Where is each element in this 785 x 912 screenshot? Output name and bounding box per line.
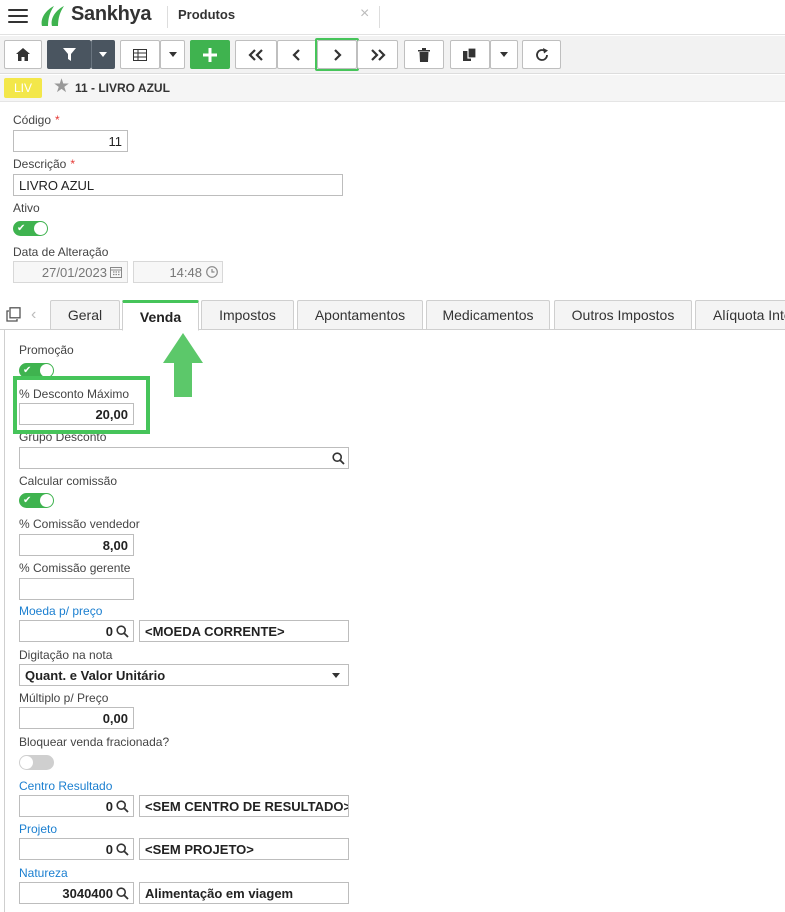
- tab-venda[interactable]: Venda: [122, 300, 199, 331]
- next-record-highlight: [315, 38, 359, 71]
- clock-icon[interactable]: [206, 265, 218, 283]
- search-icon[interactable]: [332, 452, 345, 470]
- calcular-comissao-toggle[interactable]: ✔: [19, 493, 54, 508]
- grupo-desconto-field[interactable]: [19, 447, 349, 469]
- centro-resultado-label[interactable]: Centro Resultado: [19, 779, 112, 793]
- divider: [379, 6, 380, 28]
- grid-view-dropdown-button[interactable]: [160, 40, 185, 69]
- chevron-down-icon: [168, 52, 177, 57]
- delete-button[interactable]: [404, 40, 444, 69]
- page-tab-title[interactable]: Produtos: [178, 7, 235, 22]
- check-icon: ✔: [17, 223, 26, 234]
- first-record-button[interactable]: [235, 40, 277, 69]
- multiplo-field[interactable]: 0,00: [19, 707, 134, 729]
- comissao-gerente-label: % Comissão gerente: [19, 561, 131, 575]
- favorite-star-icon[interactable]: ★: [53, 77, 70, 97]
- bloquear-toggle[interactable]: [19, 755, 54, 770]
- calcular-comissao-label: Calcular comissão: [19, 474, 118, 488]
- menu-icon[interactable]: [8, 9, 28, 25]
- centro-resultado-description-field: <SEM CENTRO DE RESULTADO>: [139, 795, 349, 817]
- tab-medicamentos[interactable]: Medicamentos: [426, 300, 550, 330]
- projeto-description-field: <SEM PROJETO>: [139, 838, 349, 860]
- descricao-field[interactable]: LIVRO AZUL: [13, 174, 343, 196]
- bloquear-label: Bloquear venda fracionada?: [19, 735, 170, 749]
- ativo-toggle[interactable]: ✔: [13, 221, 48, 236]
- detach-panel-icon[interactable]: [6, 307, 21, 327]
- desconto-maximo-label: % Desconto Máximo: [19, 387, 130, 401]
- chevron-down-icon: [99, 52, 107, 57]
- sankhya-logo-icon: [38, 4, 68, 28]
- comissao-gerente-field[interactable]: [19, 578, 134, 600]
- codigo-field[interactable]: 11: [13, 130, 128, 152]
- natureza-description-field: Alimentação em viagem: [139, 882, 349, 904]
- home-icon: [16, 48, 30, 61]
- moeda-description-field: <MOEDA CORRENTE>: [139, 620, 349, 642]
- last-record-button[interactable]: [357, 40, 398, 69]
- tab-impostos[interactable]: Impostos: [201, 300, 294, 330]
- multiplo-label: Múltiplo p/ Preço: [19, 691, 109, 705]
- home-button[interactable]: [4, 40, 42, 69]
- digitacao-label: Digitação na nota: [19, 648, 113, 662]
- tab-geral[interactable]: Geral: [50, 300, 120, 330]
- tabs-scroll-left-icon[interactable]: ‹: [31, 307, 36, 323]
- chevron-left-icon: [292, 48, 300, 61]
- comissao-vendedor-label: % Comissão vendedor: [19, 517, 140, 531]
- search-icon[interactable]: [116, 887, 129, 905]
- promocao-label: Promoção: [19, 343, 74, 357]
- double-chevron-right-icon: [370, 48, 386, 61]
- natureza-label[interactable]: Natureza: [19, 866, 68, 880]
- desconto-maximo-field[interactable]: 20,00: [19, 403, 134, 425]
- calendar-icon[interactable]: [110, 265, 122, 283]
- check-icon: ✔: [23, 495, 32, 506]
- previous-record-button[interactable]: [277, 40, 317, 69]
- data-alteracao-label: Data de Alteração: [13, 245, 109, 259]
- tab-apontamentos[interactable]: Apontamentos: [297, 300, 423, 330]
- add-button[interactable]: [190, 40, 230, 69]
- annotation-arrow-up-icon: [162, 333, 204, 399]
- descricao-label: Descrição *: [13, 157, 76, 171]
- grid-view-button[interactable]: [120, 40, 160, 69]
- close-tab-icon[interactable]: ×: [360, 6, 369, 22]
- record-title: 11 - LIVRO AZUL: [75, 81, 170, 95]
- grid-icon: [133, 48, 147, 61]
- plus-icon: [203, 47, 217, 62]
- chevron-down-icon: [332, 673, 340, 678]
- search-icon[interactable]: [116, 625, 129, 643]
- projeto-label[interactable]: Projeto: [19, 822, 57, 836]
- record-badge: LIV: [4, 78, 42, 98]
- tab-aliquota-interna[interactable]: Alíquota Inte: [695, 300, 785, 330]
- search-icon[interactable]: [116, 843, 129, 861]
- copy-dropdown-button[interactable]: [490, 40, 518, 69]
- digitacao-select[interactable]: Quant. e Valor Unitário: [19, 664, 349, 686]
- filter-dropdown-button[interactable]: [91, 40, 115, 69]
- copy-icon: [463, 47, 477, 61]
- filter-button[interactable]: [47, 40, 91, 69]
- search-icon[interactable]: [116, 800, 129, 818]
- refresh-icon: [535, 47, 548, 61]
- comissao-vendedor-field[interactable]: 8,00: [19, 534, 134, 556]
- ativo-label: Ativo: [13, 201, 40, 215]
- trash-icon: [418, 47, 430, 62]
- copy-button[interactable]: [450, 40, 490, 69]
- refresh-button[interactable]: [522, 40, 561, 69]
- tab-outros-impostos[interactable]: Outros Impostos: [554, 300, 692, 330]
- codigo-label: Código *: [13, 113, 60, 127]
- moeda-label[interactable]: Moeda p/ preço: [19, 604, 102, 618]
- divider: [167, 6, 168, 28]
- double-chevron-left-icon: [248, 48, 263, 61]
- filter-icon: [62, 48, 76, 61]
- brand-name: Sankhya: [71, 3, 152, 25]
- chevron-down-icon: [500, 52, 508, 57]
